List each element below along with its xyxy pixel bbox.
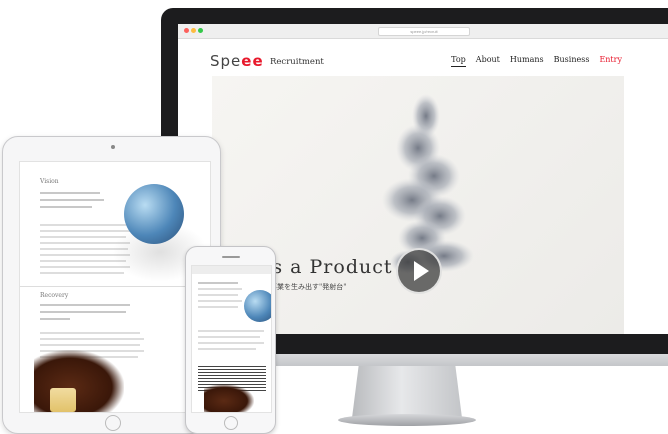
zoom-window-icon[interactable] — [198, 28, 203, 33]
text-line — [198, 288, 242, 290]
section-divider — [20, 286, 210, 287]
text-line — [40, 318, 70, 320]
logo-accent: ee — [241, 52, 264, 70]
section-label-vision: Vision — [40, 178, 59, 185]
globe-image — [124, 184, 184, 244]
hero-subtitle: 事業を生み出す"発射台" — [270, 283, 347, 291]
nav-item-entry[interactable]: Entry — [599, 55, 622, 67]
section-label-recovery: Recovery — [40, 292, 69, 299]
text-line — [198, 342, 264, 344]
text-line — [40, 344, 140, 346]
main-nav: Top About Humans Business Entry — [451, 55, 622, 67]
logo-text: Spe — [210, 52, 242, 70]
text-line — [198, 306, 238, 308]
address-bar[interactable]: speee.jp/recruit — [378, 27, 470, 36]
text-line — [40, 311, 126, 313]
phone-screen — [191, 265, 272, 413]
tablet-screen: Vision Recovery — [19, 161, 211, 413]
text-line — [40, 304, 130, 306]
nav-item-top[interactable]: Top — [451, 55, 466, 67]
speee-logo[interactable]: Speee — [210, 52, 264, 70]
site-subtitle: Recruitment — [270, 57, 324, 67]
play-button[interactable] — [396, 248, 442, 294]
text-line — [198, 336, 260, 338]
text-line — [198, 282, 238, 284]
iphone-speaker — [222, 256, 240, 258]
text-line — [198, 300, 242, 302]
ipad-home-button[interactable] — [105, 415, 121, 431]
nav-item-business[interactable]: Business — [554, 55, 590, 67]
text-line — [40, 206, 92, 208]
close-window-icon[interactable] — [184, 28, 189, 33]
iphone-home-button[interactable] — [224, 416, 238, 430]
nav-item-humans[interactable]: Humans — [510, 55, 544, 67]
text-line — [40, 332, 140, 334]
globe-image — [244, 290, 271, 322]
text-line — [40, 338, 144, 340]
text-line — [40, 192, 100, 194]
text-line — [198, 294, 238, 296]
text-line — [40, 199, 104, 201]
nav-item-about[interactable]: About — [476, 55, 500, 67]
text-line — [198, 330, 264, 332]
chocolate-splash-image — [204, 384, 254, 412]
imac-stand — [352, 366, 462, 418]
imac-stand-base — [338, 414, 476, 426]
iphone-device — [185, 246, 276, 434]
phone-browser-bar — [192, 266, 271, 274]
text-line — [198, 348, 256, 350]
browser-toolbar: speee.jp/recruit — [178, 24, 668, 39]
cup-image — [50, 388, 76, 412]
minimize-window-icon[interactable] — [191, 28, 196, 33]
chocolate-splash-image — [34, 350, 124, 412]
ipad-camera — [111, 145, 115, 149]
